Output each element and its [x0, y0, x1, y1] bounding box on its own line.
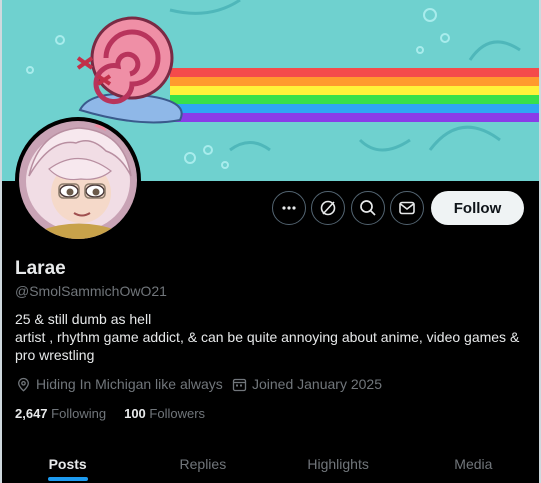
- following-count: 2,647: [15, 406, 48, 421]
- followers-count: 100: [124, 406, 146, 421]
- join-date-text: Joined January 2025: [252, 376, 382, 392]
- location-icon: [18, 377, 29, 392]
- message-button[interactable]: [390, 191, 424, 225]
- more-button[interactable]: [272, 191, 306, 225]
- search-button[interactable]: [351, 191, 385, 225]
- profile-tabs: Posts Replies Highlights Media: [0, 444, 541, 483]
- left-divider: [0, 0, 2, 483]
- profile-page: Follow Larae @SmolSammichOwO21 25 & stil…: [0, 0, 541, 483]
- following-link[interactable]: 2,647 Following: [15, 406, 106, 421]
- grok-icon: [320, 200, 336, 216]
- tab-media[interactable]: Media: [406, 444, 541, 483]
- avatar[interactable]: [15, 117, 141, 243]
- location: Hiding In Michigan like always: [16, 376, 223, 392]
- tab-highlights[interactable]: Highlights: [271, 444, 406, 483]
- following-label: Following: [51, 406, 107, 421]
- follow-button[interactable]: Follow: [431, 191, 524, 225]
- join-date: Joined January 2025: [232, 376, 382, 392]
- calendar-icon: [232, 378, 247, 391]
- message-icon: [399, 201, 415, 215]
- display-name: Larae: [15, 258, 66, 279]
- grok-button[interactable]: [311, 191, 345, 225]
- followers-label: Followers: [149, 406, 206, 421]
- tab-posts[interactable]: Posts: [0, 444, 135, 483]
- tab-replies[interactable]: Replies: [135, 444, 270, 483]
- search-icon: [360, 200, 376, 216]
- follow-stats: 2,647 Following 100 Followers: [15, 406, 223, 421]
- bio-line: artist , rhythm game addict, & can be qu…: [15, 329, 520, 363]
- location-text: Hiding In Michigan like always: [36, 376, 223, 392]
- bio: 25 & still dumb as hell artist , rhythm …: [15, 310, 525, 364]
- user-handle: @SmolSammichOwO21: [15, 283, 167, 299]
- more-icon: [282, 206, 296, 210]
- followers-link[interactable]: 100 Followers: [124, 406, 205, 421]
- bio-line: 25 & still dumb as hell: [15, 311, 152, 327]
